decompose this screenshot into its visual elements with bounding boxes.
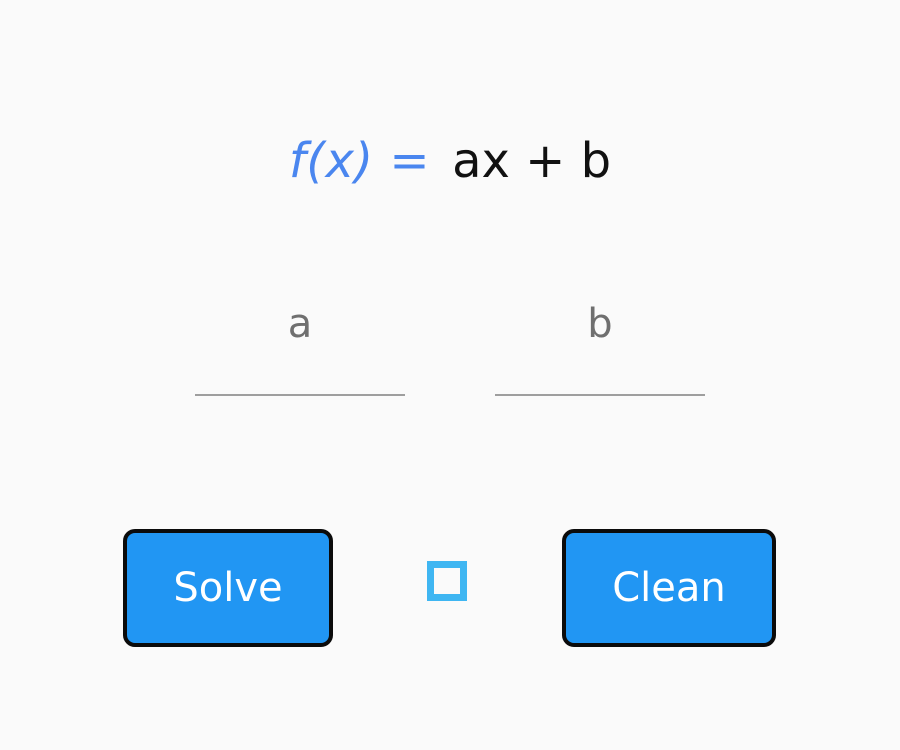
solve-button[interactable]: Solve	[123, 529, 333, 647]
coefficient-a-field	[195, 296, 405, 398]
function-label: f(x) =	[288, 133, 431, 189]
equation-header: f(x) = ax + b	[0, 126, 900, 196]
square-outline-icon	[427, 561, 467, 601]
coefficient-a-input[interactable]	[195, 296, 405, 396]
coefficient-b-field	[495, 296, 705, 398]
equation-expression: ax + b	[452, 133, 612, 189]
coefficient-b-input[interactable]	[495, 296, 705, 396]
clean-button[interactable]: Clean	[562, 529, 776, 647]
